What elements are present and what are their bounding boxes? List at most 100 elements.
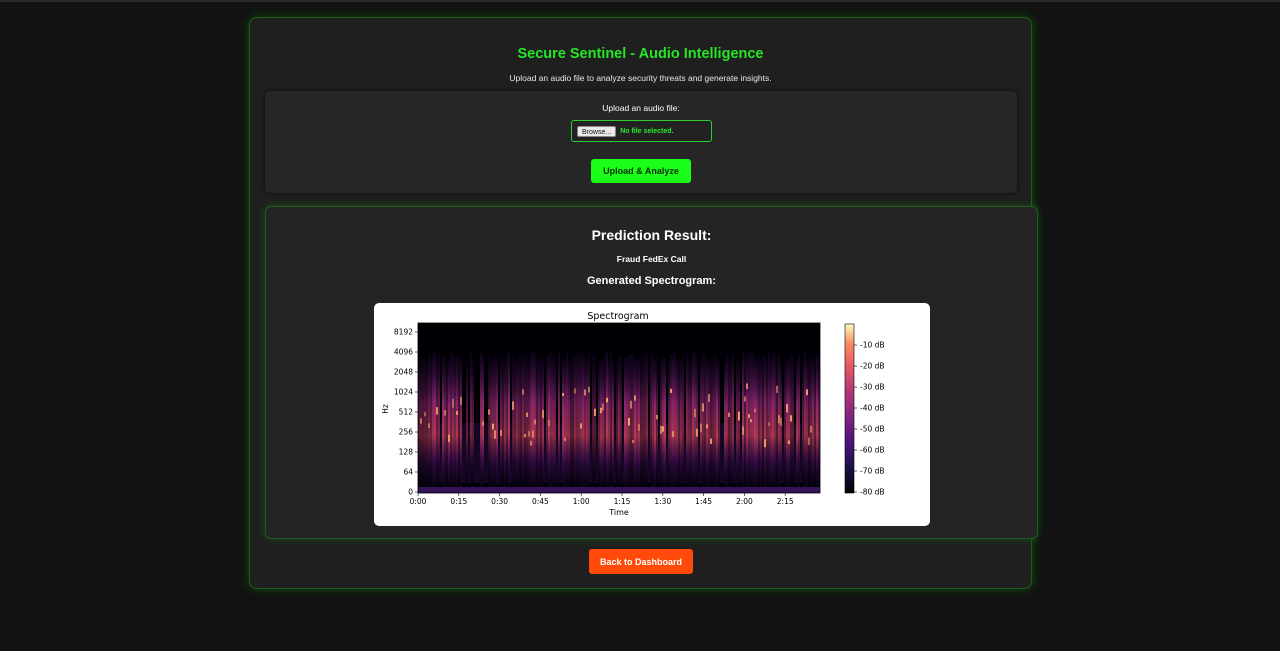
spectrogram-hotspot: [456, 411, 458, 415]
spectrogram-column: [644, 353, 646, 489]
spectrogram-hotspot: [528, 431, 530, 437]
spectrogram-column: [662, 356, 664, 489]
spectrogram-column: [450, 351, 452, 489]
spectrogram-column: [476, 423, 478, 483]
spectrogram-hotspot: [706, 424, 708, 429]
spectrogram-column: [652, 354, 654, 489]
browser-top-edge: [0, 0, 1280, 2]
spectrogram-column: [504, 360, 506, 489]
spectrogram-column: [526, 354, 528, 489]
spectrogram-column: [648, 423, 650, 483]
spectrogram-column: [650, 351, 652, 489]
spectrogram-image: Spectrogram 8192 4096 2048 1024 512 256 128 64 0…: [374, 303, 930, 526]
spectrogram-column: [758, 355, 760, 489]
x-tick-label: 1:45: [695, 497, 712, 506]
spectrogram-hotspot: [634, 395, 636, 401]
spectrogram-column: [632, 353, 634, 489]
spectrogram-column: [702, 351, 704, 489]
spectrogram-column: [484, 423, 486, 483]
spectrogram-column: [728, 353, 730, 489]
spectrogram-column: [794, 423, 796, 483]
spectrogram-hotspot: [790, 415, 792, 422]
spectrogram-column: [814, 358, 816, 489]
spectrogram-column: [664, 358, 666, 489]
spectrogram-hotspot: [660, 425, 662, 435]
spectrogram-hotspot: [500, 429, 502, 436]
colorbar-tick-label: -30 dB: [860, 383, 885, 392]
spectrogram-hotspot: [656, 414, 658, 420]
colorbar-tick-label: -50 dB: [860, 425, 885, 434]
spectrogram-column: [556, 423, 558, 483]
spectrogram-column: [580, 355, 582, 489]
spectrogram-hotspot: [580, 423, 582, 429]
spectrogram-hotspot: [786, 404, 788, 413]
spectrogram-hotspot: [776, 385, 778, 393]
x-tick-label: 2:00: [736, 497, 753, 506]
spectrogram-hotspot: [764, 439, 766, 448]
spectrogram-column: [614, 423, 616, 483]
spectrogram-column: [596, 423, 598, 483]
spectrogram-column: [784, 358, 786, 489]
spectrogram-column: [770, 358, 772, 489]
colorbar-tick-label: -40 dB: [860, 404, 885, 413]
spectrogram-column: [428, 352, 430, 489]
colorbar-tick-label: -70 dB: [860, 467, 885, 476]
spectrogram-column: [564, 359, 566, 489]
browse-button[interactable]: Browse...: [577, 125, 617, 137]
spectrogram-column: [782, 423, 784, 483]
spectrogram-hotspot: [526, 412, 528, 417]
spectrogram-column: [594, 356, 596, 489]
spectrogram-column: [610, 351, 612, 489]
spectrogram-column: [538, 358, 540, 489]
spectrogram-hotspot: [638, 424, 640, 431]
x-axis-label: Time: [608, 508, 629, 517]
spectrogram-column: [810, 356, 812, 489]
spectrogram-column: [776, 357, 778, 489]
spectrogram-hotspot: [788, 440, 790, 445]
spectrogram-column: [734, 423, 736, 483]
spectrogram-hotspot: [694, 408, 696, 418]
spectrogram-column: [520, 354, 522, 489]
spectrogram-column: [468, 423, 470, 483]
spectrogram-column: [578, 352, 580, 489]
spectrogram-hotspot: [632, 439, 634, 444]
spectrogram-column: [438, 353, 440, 489]
spectrogram-hotspot: [630, 400, 632, 409]
spectrogram-column: [676, 359, 678, 489]
spectrogram-hotspot: [748, 414, 750, 419]
spectrogram-column: [744, 353, 746, 489]
spectrogram-column: [604, 354, 606, 489]
spectrogram-column: [454, 356, 456, 489]
spectrogram-column: [640, 360, 642, 489]
spectrogram-column: [638, 358, 640, 489]
spectrogram-column: [498, 423, 500, 483]
spectrogram-column: [566, 351, 568, 489]
back-to-dashboard-button[interactable]: Back to Dashboard: [589, 549, 693, 574]
spectrogram-column: [432, 352, 434, 489]
x-tick-label: 1:15: [614, 497, 631, 506]
spectrogram-column: [706, 358, 708, 489]
spectrogram-hotspot: [492, 423, 494, 430]
spectrogram-column: [754, 355, 756, 489]
spectrogram-column: [536, 356, 538, 489]
spectrogram-column: [528, 360, 530, 489]
file-input[interactable]: Browse... No file selected.: [571, 120, 712, 142]
spectrogram-column: [590, 423, 592, 483]
spectrogram-hotspot: [738, 411, 740, 421]
spectrogram-column: [470, 351, 472, 489]
spectrogram-column: [512, 357, 514, 489]
spectrogram-column: [796, 360, 798, 489]
spectrogram-low-band: [418, 487, 820, 493]
spectrogram-column: [678, 357, 680, 489]
spectrogram-column: [558, 351, 560, 489]
upload-analyze-button[interactable]: Upload & Analyze: [591, 159, 691, 183]
spectrogram-column: [684, 423, 686, 483]
spectrogram-column: [694, 352, 696, 489]
x-tick-label: 0:30: [491, 497, 508, 506]
spectrogram-column: [764, 355, 766, 489]
spectrogram-column: [746, 356, 748, 489]
spectrogram-hotspot: [778, 415, 780, 424]
spectrogram-column: [626, 357, 628, 489]
spectrogram-column: [570, 358, 572, 489]
spectrogram-hotspot: [428, 423, 430, 428]
